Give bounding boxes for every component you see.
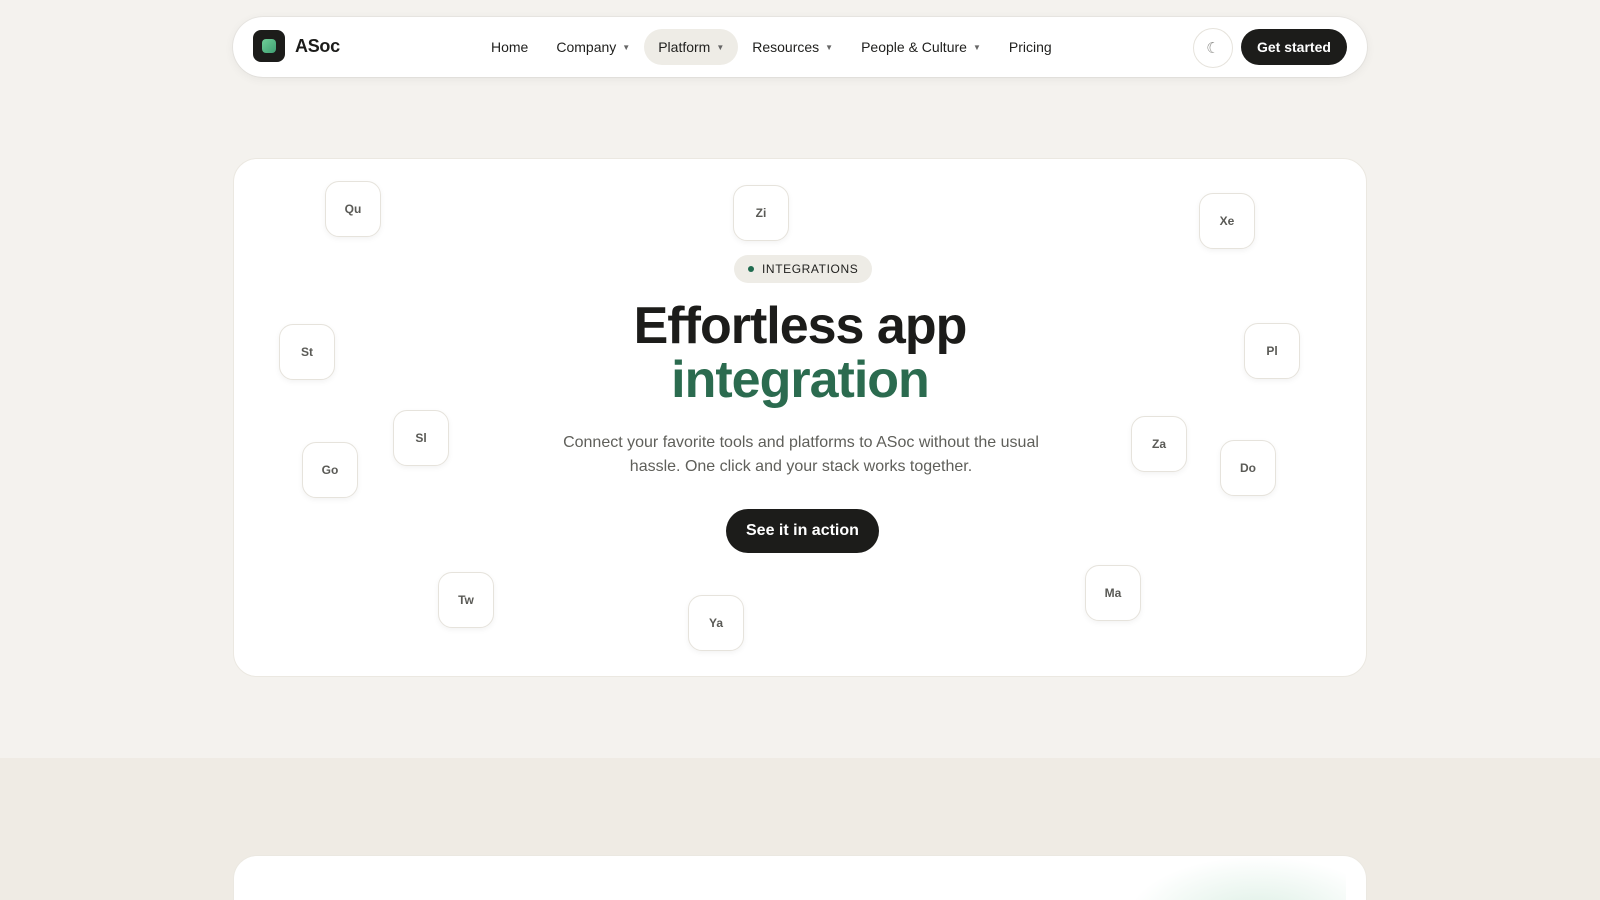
nav-item-label: Platform xyxy=(658,39,711,55)
moon-icon: ☾ xyxy=(1206,40,1220,57)
nav-links: Home Company ▼ Platform ▼ Resources ▼ Pe… xyxy=(477,29,1066,65)
status-dot-icon xyxy=(748,266,754,272)
integration-chip[interactable]: Xe xyxy=(1199,193,1255,249)
integration-chip[interactable]: Go xyxy=(302,442,358,498)
nav-item-resources[interactable]: Resources ▼ xyxy=(738,29,847,65)
theme-toggle-button[interactable]: ☾ xyxy=(1193,28,1233,68)
integration-chip[interactable]: Sl xyxy=(393,410,449,466)
hero-title: Effortless app integration xyxy=(234,299,1366,407)
hero-subtitle: Connect your favorite tools and platform… xyxy=(563,434,1039,475)
integration-chip[interactable]: Ma xyxy=(1085,565,1141,621)
next-section-card xyxy=(233,855,1367,900)
nav-item-pricing[interactable]: Pricing xyxy=(995,29,1066,65)
integration-chip[interactable]: Zi xyxy=(733,185,789,241)
nav-item-people-culture[interactable]: People & Culture ▼ xyxy=(847,29,995,65)
integration-chip[interactable]: Do xyxy=(1220,440,1276,496)
badge-label: INTEGRATIONS xyxy=(762,262,859,276)
top-navbar: ASoc Home Company ▼ Platform ▼ Resources… xyxy=(233,17,1367,77)
nav-item-label: Home xyxy=(491,39,529,55)
brand-name: ASoc xyxy=(295,35,340,56)
brand-logo-icon xyxy=(253,30,285,62)
nav-item-company[interactable]: Company ▼ xyxy=(542,29,644,65)
see-it-in-action-button[interactable]: See it in action xyxy=(726,509,879,553)
get-started-button[interactable]: Get started xyxy=(1241,29,1347,65)
integration-chip[interactable]: Tw xyxy=(438,572,494,628)
hero-title-line1: Effortless app xyxy=(633,297,968,355)
section-badge: INTEGRATIONS xyxy=(734,255,873,283)
chevron-down-icon: ▼ xyxy=(825,42,834,52)
nav-item-label: Company xyxy=(556,39,617,55)
integrations-hero-card: Qu Zi Xe St Pl Sl Za Go Do Tw Ma Ya INTE… xyxy=(233,158,1367,677)
chevron-down-icon: ▼ xyxy=(716,42,725,52)
brand[interactable]: ASoc xyxy=(253,30,340,62)
nav-item-label: Resources xyxy=(752,39,820,55)
integration-chip[interactable]: Ya xyxy=(688,595,744,651)
nav-item-label: People & Culture xyxy=(861,39,967,55)
nav-item-platform[interactable]: Platform ▼ xyxy=(644,29,739,65)
chevron-down-icon: ▼ xyxy=(622,42,631,52)
decorative-gradient xyxy=(1126,856,1346,900)
nav-item-home[interactable]: Home xyxy=(477,29,542,65)
hero-title-line2: integration xyxy=(671,351,930,409)
integration-chip[interactable]: Qu xyxy=(325,181,381,237)
integration-chip[interactable]: Za xyxy=(1131,416,1187,472)
nav-item-label: Pricing xyxy=(1008,39,1052,55)
chevron-down-icon: ▼ xyxy=(972,42,981,52)
